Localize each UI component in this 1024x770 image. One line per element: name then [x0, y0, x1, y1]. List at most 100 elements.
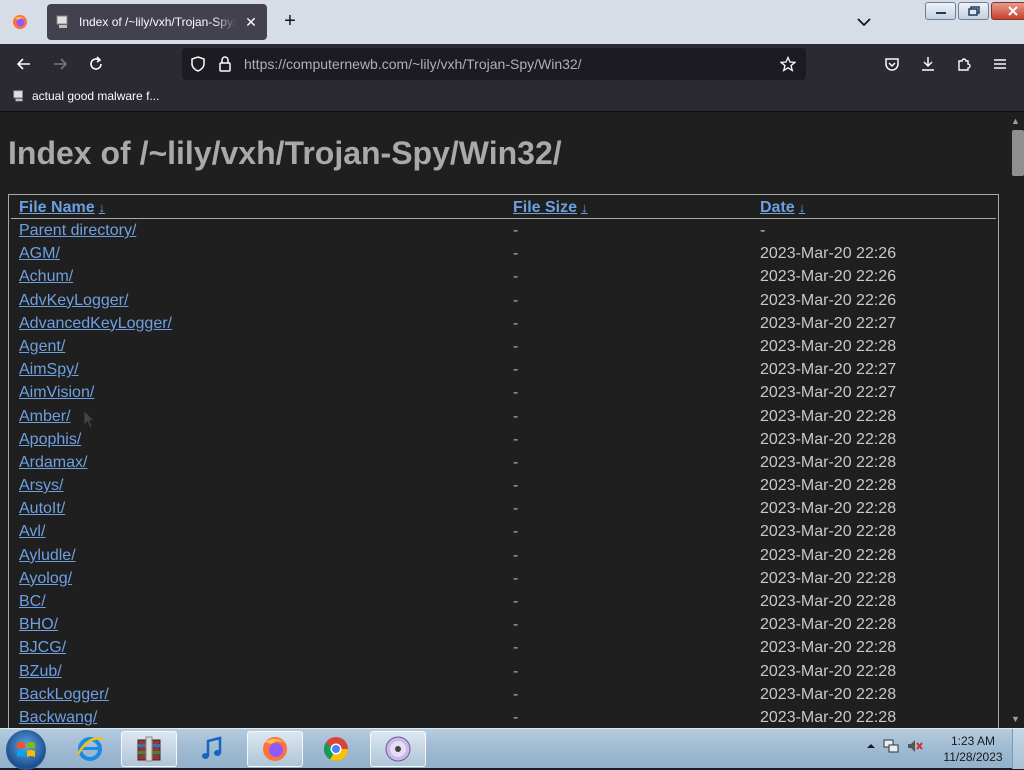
back-button[interactable]: [14, 54, 34, 74]
forward-button[interactable]: [50, 54, 70, 74]
address-bar[interactable]: https://computernewb.com/~lily/vxh/Troja…: [182, 48, 806, 80]
entry-link[interactable]: AimSpy/: [19, 361, 79, 379]
entry-link[interactable]: Agent/: [19, 338, 65, 356]
page-scrollbar[interactable]: ▲ ▼: [1007, 113, 1024, 728]
tab-active[interactable]: Index of /~lily/vxh/Trojan-Spy/Win32/ ✕: [47, 4, 267, 40]
entry-size: -: [513, 500, 519, 518]
entry-size: -: [513, 569, 519, 587]
scroll-up-arrow-icon[interactable]: ▲: [1011, 117, 1020, 126]
sort-by-date-link[interactable]: Date: [760, 199, 795, 216]
sort-date-arrow-icon[interactable]: ↓: [799, 200, 806, 215]
entry-link[interactable]: Ayolog/: [19, 570, 72, 588]
entry-link[interactable]: AimVision/: [19, 384, 94, 402]
taskbar-firefox[interactable]: [247, 731, 303, 767]
table-row: BZub/ - 2023-Mar-20 22:28: [9, 660, 998, 683]
minimize-button[interactable]: [925, 2, 956, 20]
table-row: Backwang/ - 2023-Mar-20 22:28: [9, 706, 998, 728]
entry-size: -: [513, 361, 519, 379]
table-body: Parent directory/ - - AGM/ - 2023-Mar-20 22:…: [9, 219, 998, 728]
list-all-tabs-icon[interactable]: [854, 14, 874, 30]
taskbar-media-app[interactable]: [370, 731, 426, 767]
close-window-icon: [1008, 6, 1018, 16]
entry-link[interactable]: Ayludle/: [19, 547, 76, 565]
window-controls: [925, 2, 1024, 20]
entry-link[interactable]: AdvancedKeyLogger/: [19, 315, 172, 333]
entry-date: 2023-Mar-20 22:28: [760, 407, 897, 425]
reload-button[interactable]: [86, 54, 106, 74]
page-viewport: Index of /~lily/vxh/Trojan-Spy/Win32/ Fi…: [0, 113, 1024, 728]
entry-link[interactable]: Apophis/: [19, 431, 81, 449]
entry-size: -: [513, 453, 519, 471]
entry-link[interactable]: AdvKeyLogger/: [19, 292, 128, 310]
taskbar-chrome[interactable]: [308, 731, 364, 767]
table-row: Avl/ - 2023-Mar-20 22:28: [9, 520, 998, 543]
sort-size-arrow-icon[interactable]: ↓: [581, 200, 588, 215]
tracking-protection-shield-icon[interactable]: [190, 56, 206, 72]
firefox-icon: [13, 15, 27, 29]
pocket-button[interactable]: [882, 54, 902, 74]
close-tab-icon[interactable]: ✕: [243, 14, 259, 30]
close-window-button[interactable]: [991, 2, 1024, 20]
table-row: AGM/ - 2023-Mar-20 22:26: [9, 242, 998, 265]
sort-by-size-link[interactable]: File Size: [513, 199, 577, 216]
entry-link[interactable]: BackLogger/: [19, 686, 109, 704]
show-hidden-icons-icon[interactable]: [866, 741, 876, 751]
entry-date: 2023-Mar-20 22:28: [760, 662, 897, 680]
entry-date: 2023-Mar-20 22:27: [760, 384, 897, 402]
entry-link[interactable]: Achum/: [19, 268, 73, 286]
network-icon[interactable]: [882, 737, 900, 755]
firefox-view-button[interactable]: [6, 8, 34, 36]
disc-icon: [385, 736, 411, 762]
entry-link[interactable]: AGM/: [19, 245, 60, 263]
entry-date: 2023-Mar-20 22:28: [760, 453, 897, 471]
entry-link[interactable]: BJCG/: [19, 639, 66, 657]
extensions-button[interactable]: [954, 54, 974, 74]
entry-date: 2023-Mar-20 22:28: [760, 593, 897, 610]
table-row: BHO/ - 2023-Mar-20 22:28: [9, 613, 998, 636]
scroll-down-arrow-icon[interactable]: ▼: [1011, 715, 1020, 724]
entry-link[interactable]: Arsys/: [19, 477, 63, 495]
bookmark-star-icon[interactable]: [780, 56, 796, 72]
table-row: AimVision/ - 2023-Mar-20 22:27: [9, 381, 998, 404]
volume-muted-icon[interactable]: [906, 737, 924, 755]
bookmark-item[interactable]: actual good malware f...: [12, 89, 159, 103]
taskbar-archive-app[interactable]: [121, 731, 177, 767]
entry-date: 2023-Mar-20 22:28: [760, 546, 897, 564]
entry-link[interactable]: Amber/: [19, 408, 71, 426]
url-text[interactable]: https://computernewb.com/~lily/vxh/Troja…: [244, 56, 582, 72]
entry-link[interactable]: Backwang/: [19, 709, 97, 727]
directory-listing-table: File Name ↓ File Size ↓ Date ↓ Parent direc…: [8, 194, 999, 728]
entry-link[interactable]: Ardamax/: [19, 454, 87, 472]
start-button[interactable]: [6, 730, 46, 770]
column-header-date: Date ↓: [760, 199, 805, 217]
entry-date: 2023-Mar-20 22:28: [760, 477, 897, 495]
minimize-icon: [935, 12, 946, 14]
entry-link[interactable]: BZub/: [19, 663, 62, 681]
scroll-thumb[interactable]: [1012, 130, 1024, 176]
system-clock[interactable]: 1:23 AM 11/28/2023: [940, 733, 1006, 765]
entry-date: -: [760, 222, 766, 239]
entry-link[interactable]: Parent directory/: [19, 222, 136, 240]
entry-size: -: [513, 616, 519, 634]
sort-by-name-link[interactable]: File Name: [19, 199, 95, 216]
url-path: /~lily/vxh/Trojan-Spy/Win32/: [408, 56, 582, 72]
entry-date: 2023-Mar-20 22:28: [760, 685, 897, 703]
taskbar-itunes[interactable]: [184, 731, 240, 767]
entry-size: -: [513, 523, 519, 541]
restore-icon: [967, 6, 980, 16]
show-desktop-button[interactable]: [1012, 729, 1024, 769]
restore-button[interactable]: [958, 2, 989, 20]
entry-link[interactable]: Avl/: [19, 523, 45, 541]
new-tab-button[interactable]: +: [280, 11, 300, 32]
sort-name-arrow-icon[interactable]: ↓: [99, 200, 106, 215]
internet-explorer-icon: [76, 737, 104, 761]
entry-link[interactable]: AutoIt/: [19, 500, 65, 518]
taskbar-internet-explorer[interactable]: [62, 731, 118, 767]
entry-size: -: [513, 407, 519, 425]
entry-size: -: [513, 593, 519, 610]
downloads-button[interactable]: [918, 54, 938, 74]
lock-icon[interactable]: [218, 56, 232, 72]
entry-link[interactable]: BHO/: [19, 616, 58, 634]
app-menu-button[interactable]: [990, 54, 1010, 74]
entry-link[interactable]: BC/: [19, 593, 46, 611]
